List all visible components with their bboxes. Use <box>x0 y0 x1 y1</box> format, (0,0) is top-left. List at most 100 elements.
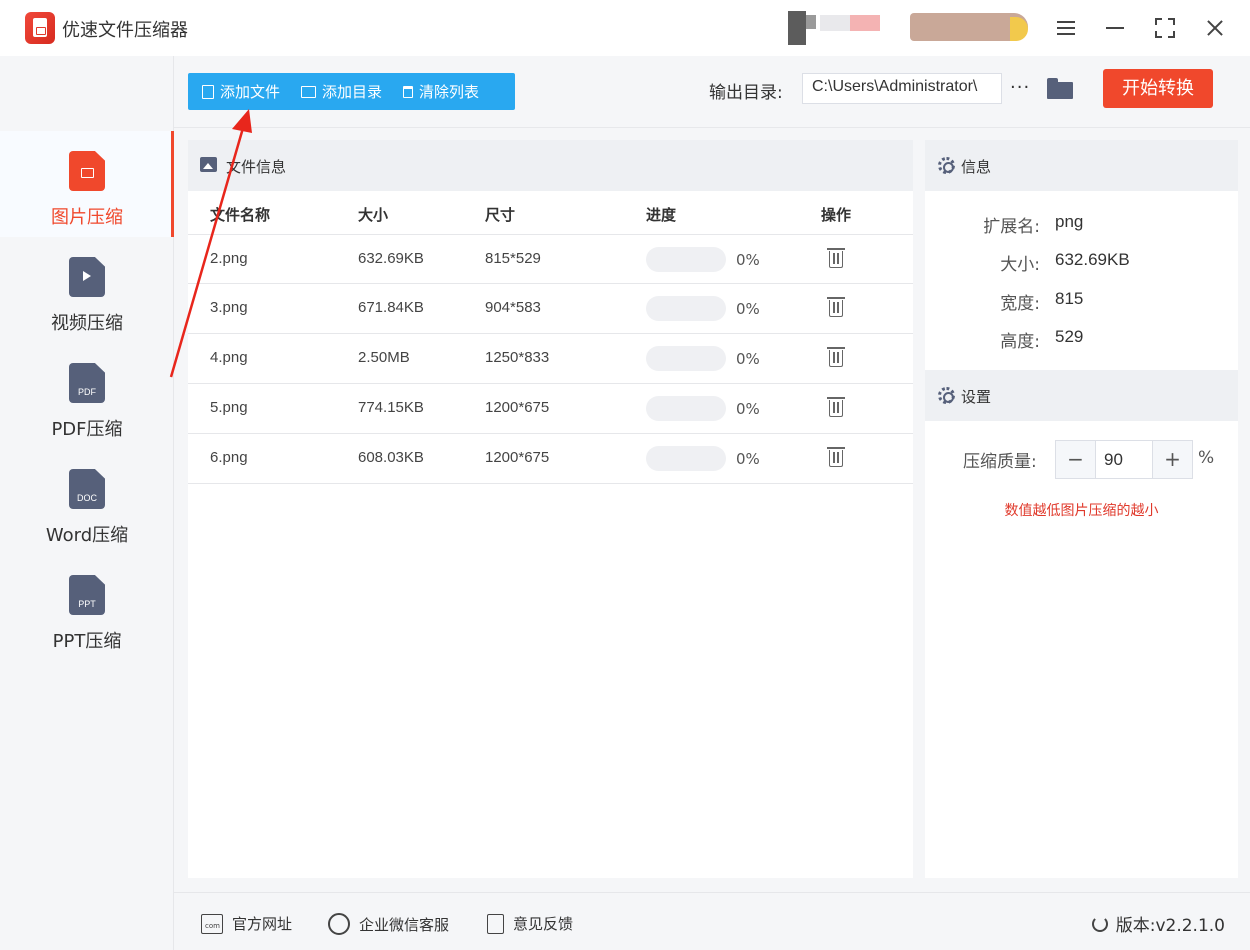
table-row[interactable]: 6.png 608.03KB 1200*675 0% <box>188 434 913 484</box>
output-dir-field[interactable]: C:\Users\Administrator\ <box>802 73 1002 104</box>
info-key: 宽度: <box>1000 294 1040 314</box>
feedback-link[interactable]: 意见反馈 <box>487 913 573 934</box>
divider <box>174 127 1250 128</box>
file-dimensions: 1200*675 <box>485 399 550 416</box>
quality-unit: % <box>1198 448 1215 468</box>
sidebar-item-video-compress[interactable]: 视频压缩 <box>0 237 174 343</box>
delete-icon[interactable] <box>827 347 845 367</box>
file-size: 671.84KB <box>358 299 424 316</box>
file-toolbar: 添加文件 添加目录 清除列表 <box>188 73 515 110</box>
progress-bar <box>646 346 726 371</box>
progress-text: 0% <box>736 450 760 468</box>
sidebar: 图片压缩 视频压缩 PDF PDF压缩 DOC Word压缩 PPT PPT压缩 <box>0 56 174 950</box>
column-header-dimensions[interactable]: 尺寸 <box>485 204 515 225</box>
panel-header: 文件信息 <box>188 140 913 191</box>
pdf-file-icon: PDF <box>69 363 105 403</box>
info-row-width: 宽度: 815 <box>925 289 1238 319</box>
settings-header: 设置 <box>925 370 1238 421</box>
add-file-button[interactable]: 添加文件 <box>202 73 280 110</box>
progress-text: 0% <box>736 350 760 368</box>
footer: 官方网址 企业微信客服 意见反馈 版本:v2.2.1.0 <box>174 892 1250 950</box>
file-size: 774.15KB <box>358 399 424 416</box>
column-header-size[interactable]: 大小 <box>358 204 388 225</box>
feedback-icon <box>487 913 504 934</box>
column-header-progress[interactable]: 进度 <box>646 204 676 225</box>
column-header-actions: 操作 <box>821 206 852 224</box>
info-key: 扩展名: <box>983 217 1040 237</box>
file-size: 632.69KB <box>358 250 424 267</box>
delete-icon[interactable] <box>827 297 845 317</box>
output-dir-label: 输出目录: <box>709 83 783 103</box>
file-list-panel: 文件信息 文件名称 大小 尺寸 进度 操作 2.png 632.69KB 815… <box>188 140 913 878</box>
more-options-button[interactable]: ··· <box>1010 77 1030 98</box>
image-icon <box>200 157 217 172</box>
info-header: 信息 <box>925 140 1238 191</box>
table-row[interactable]: 2.png 632.69KB 815*529 0% <box>188 234 913 284</box>
panel-title: 文件信息 <box>226 158 287 176</box>
info-title: 信息 <box>961 158 992 176</box>
quality-label: 压缩质量: <box>963 452 1037 472</box>
progress-bar <box>646 247 726 272</box>
add-directory-button[interactable]: 添加目录 <box>301 73 382 110</box>
quality-decrease-button[interactable]: − <box>1056 441 1096 478</box>
minimize-icon[interactable] <box>1101 14 1129 42</box>
info-key: 大小: <box>1000 255 1040 275</box>
sidebar-item-ppt-compress[interactable]: PPT PPT压缩 <box>0 555 174 661</box>
file-size: 2.50MB <box>358 349 410 366</box>
table-row[interactable]: 3.png 671.84KB 904*583 0% <box>188 284 913 334</box>
delete-icon[interactable] <box>827 248 845 268</box>
ppt-file-icon: PPT <box>69 575 105 615</box>
progress-bar <box>646 396 726 421</box>
sidebar-item-word-compress[interactable]: DOC Word压缩 <box>0 449 174 555</box>
video-file-icon <box>69 257 105 297</box>
sidebar-item-label: 图片压缩 <box>51 207 123 228</box>
quality-stepper: − 90 + <box>1055 440 1193 479</box>
quality-increase-button[interactable]: + <box>1152 441 1192 478</box>
quality-hint: 数值越低图片压缩的越小 <box>1004 503 1159 519</box>
close-icon[interactable] <box>1201 14 1229 42</box>
table-row[interactable]: 5.png 774.15KB 1200*675 0% <box>188 384 913 434</box>
sidebar-item-label: 视频压缩 <box>51 313 123 334</box>
version-info[interactable]: 版本:v2.2.1.0 <box>1091 911 1225 936</box>
sidebar-item-label: PPT压缩 <box>52 631 122 652</box>
app-title: 优速文件压缩器 <box>62 20 188 41</box>
info-key: 高度: <box>1000 332 1040 352</box>
info-row-size: 大小: 632.69KB <box>925 250 1238 280</box>
table-row[interactable]: 4.png 2.50MB 1250*833 0% <box>188 334 913 384</box>
info-value: 815 <box>1055 289 1084 308</box>
progress-bar <box>646 296 726 321</box>
maximize-icon[interactable] <box>1151 14 1179 42</box>
open-folder-icon[interactable] <box>1047 78 1073 99</box>
doc-file-icon: DOC <box>69 469 105 509</box>
delete-icon[interactable] <box>827 447 845 467</box>
trash-icon <box>403 85 414 98</box>
website-link[interactable]: 官方网址 <box>201 913 292 934</box>
file-name: 2.png <box>210 250 248 267</box>
file-size: 608.03KB <box>358 449 424 466</box>
sidebar-item-image-compress[interactable]: 图片压缩 <box>0 131 174 237</box>
gear-icon <box>938 387 955 404</box>
clear-list-button[interactable]: 清除列表 <box>403 73 479 110</box>
wechat-support-link[interactable]: 企业微信客服 <box>328 913 449 935</box>
file-dimensions: 815*529 <box>485 250 541 267</box>
file-dimensions: 1200*675 <box>485 449 550 466</box>
file-name: 5.png <box>210 399 248 416</box>
column-header-name[interactable]: 文件名称 <box>210 204 270 225</box>
progress-text: 0% <box>736 300 760 318</box>
progress-text: 0% <box>736 251 760 269</box>
progress-bar <box>646 446 726 471</box>
sidebar-item-label: Word压缩 <box>45 525 129 546</box>
quality-input[interactable]: 90 <box>1097 441 1152 478</box>
website-icon <box>201 913 223 934</box>
info-panel: 信息 扩展名: png 大小: 632.69KB 宽度: 815 高度: 529… <box>925 140 1238 878</box>
file-name: 3.png <box>210 299 248 316</box>
settings-title: 设置 <box>961 388 992 406</box>
title-bar: 优速文件压缩器 <box>0 0 1250 56</box>
refresh-icon <box>1091 915 1108 932</box>
start-convert-button[interactable]: 开始转换 <box>1103 69 1213 108</box>
delete-icon[interactable] <box>827 397 845 417</box>
user-profile[interactable] <box>760 11 1030 45</box>
menu-icon[interactable] <box>1052 14 1080 42</box>
progress-text: 0% <box>736 400 760 418</box>
sidebar-item-pdf-compress[interactable]: PDF PDF压缩 <box>0 343 174 449</box>
